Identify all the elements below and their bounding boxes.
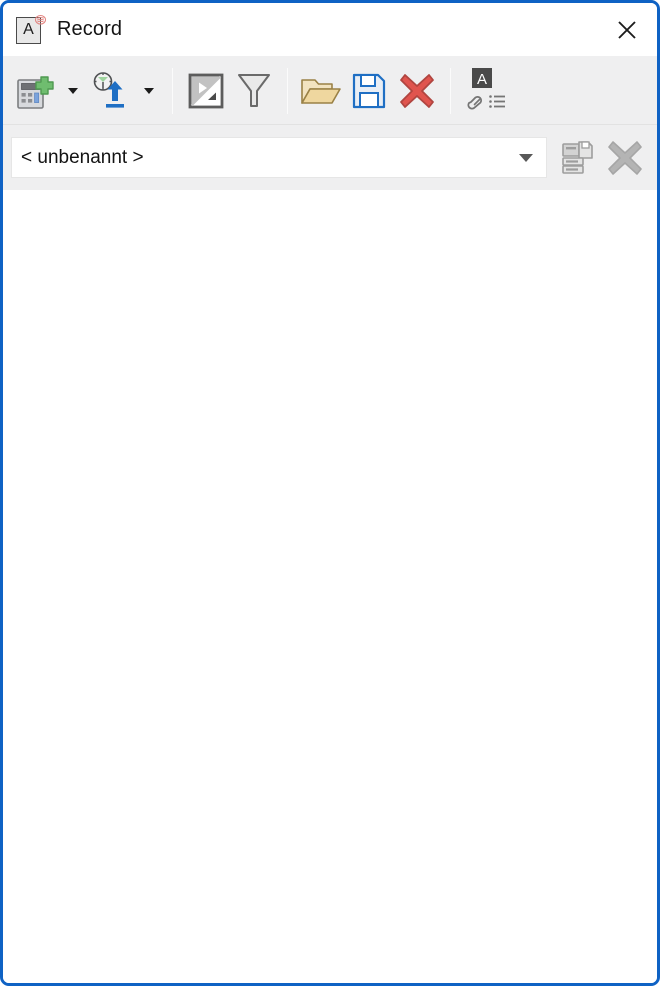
toolbar-separator-1 bbox=[172, 67, 173, 114]
close-icon bbox=[618, 21, 636, 39]
chevron-down-icon bbox=[144, 87, 154, 94]
document-a-stamp-icon: A bbox=[16, 14, 47, 46]
record-name-value: < unbenannt > bbox=[21, 146, 144, 168]
save-as-button[interactable] bbox=[553, 134, 601, 182]
record-list-area[interactable] bbox=[3, 190, 657, 983]
record-window: A Record A < unbenannt > bbox=[0, 0, 660, 986]
delete-button[interactable] bbox=[393, 63, 441, 119]
record-selector-row: < unbenannt > bbox=[3, 125, 657, 190]
load-time-dropdown[interactable] bbox=[135, 63, 163, 119]
svg-text:A: A bbox=[477, 71, 487, 88]
load-time-button[interactable] bbox=[87, 63, 135, 119]
clock-upload-icon bbox=[93, 71, 124, 108]
filter-button[interactable] bbox=[230, 63, 278, 119]
close-button[interactable] bbox=[609, 13, 645, 47]
invert-selection-button[interactable] bbox=[182, 63, 230, 119]
main-toolbar: A bbox=[3, 56, 657, 125]
record-name-combo[interactable]: < unbenannt > bbox=[11, 137, 547, 178]
chevron-down-icon bbox=[519, 153, 533, 162]
funnel-icon bbox=[238, 73, 270, 107]
window-title: Record bbox=[57, 18, 123, 40]
toolbar-separator-2 bbox=[287, 67, 288, 114]
open-button[interactable] bbox=[297, 63, 345, 119]
gray-x-icon bbox=[608, 140, 642, 175]
red-x-delete-icon bbox=[400, 73, 434, 108]
clear-button[interactable] bbox=[601, 134, 649, 182]
contrast-square-icon bbox=[188, 73, 224, 108]
a-square-link-list-icon: A bbox=[467, 67, 505, 109]
new-record-button[interactable] bbox=[11, 63, 59, 119]
title-bar: A Record bbox=[3, 3, 657, 56]
toolbar-separator-3 bbox=[450, 67, 451, 114]
red-stamp-icon bbox=[34, 14, 47, 25]
new-record-dropdown[interactable] bbox=[59, 63, 87, 119]
attributes-button[interactable]: A bbox=[460, 63, 518, 119]
save-as-printer-icon bbox=[562, 140, 593, 174]
calculator-plus-icon bbox=[17, 75, 54, 109]
folder-open-icon bbox=[301, 78, 341, 104]
chevron-down-icon bbox=[68, 87, 78, 94]
floppy-save-icon bbox=[352, 73, 386, 108]
save-button[interactable] bbox=[345, 63, 393, 119]
